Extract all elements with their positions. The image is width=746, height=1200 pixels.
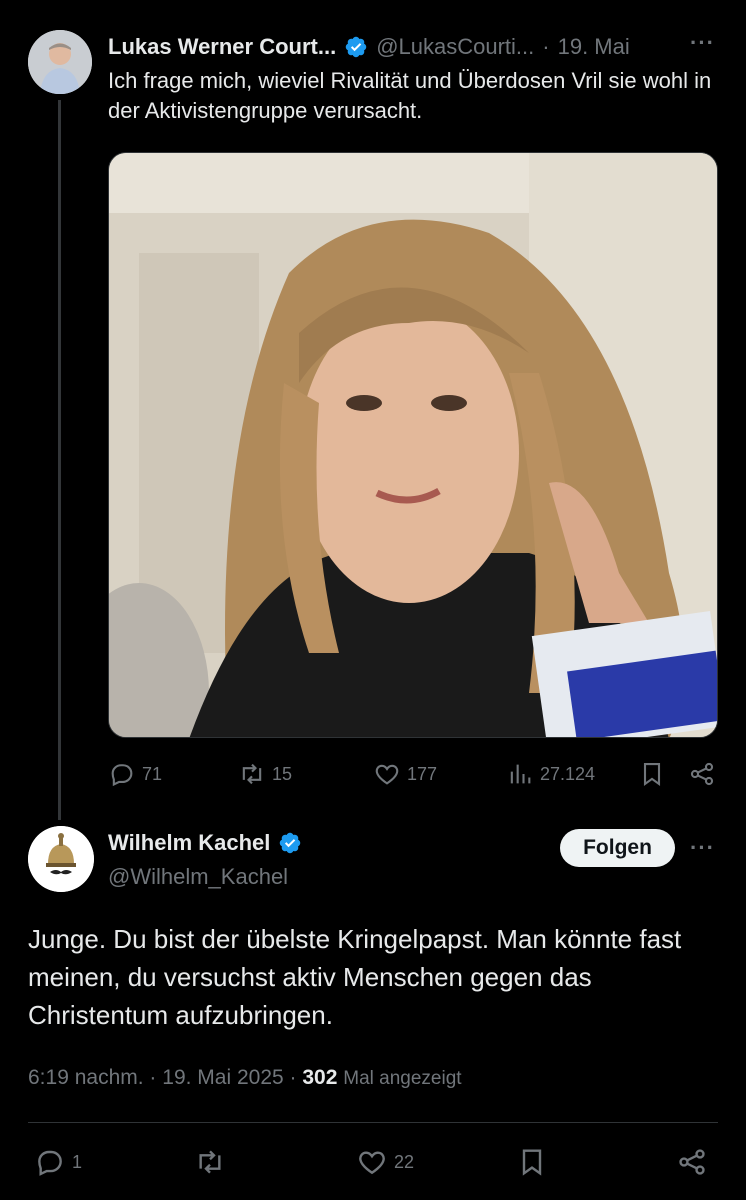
reply-icon [38,1150,62,1176]
views-label: Mal angezeigt [343,1068,462,1089]
share-button[interactable] [688,760,716,788]
bookmark-icon [522,1149,542,1176]
more-horizontal-icon[interactable]: ··· [690,835,715,861]
share-icon [679,1149,705,1175]
verified-badge-icon [345,36,367,58]
follow-button[interactable]: Folgen [560,829,675,867]
avatar[interactable] [28,826,94,892]
like-count: 177 [407,763,438,784]
tweet-metadata: 6:19 nachm. · 19. Mai 2025 · 302 Mal ang… [28,1066,462,1090]
reply-author: Wilhelm Kachel [108,830,310,856]
author-handle[interactable]: @LukasCourti... [376,34,534,60]
tweet-date[interactable]: 19. Mai 2025 [162,1066,283,1089]
avatar[interactable] [28,30,92,94]
heart-icon [375,764,399,785]
bookmark-button[interactable] [638,760,666,788]
author-handle[interactable]: @Wilhelm_Kachel [108,864,288,890]
reply-count: 71 [142,763,163,784]
author-name[interactable]: Wilhelm Kachel [108,830,270,856]
like-count: 22 [394,1151,415,1172]
reply-count: 1 [72,1151,83,1172]
reply-icon [111,764,133,787]
share-icon [690,762,714,786]
analytics-icon [510,764,531,784]
views-button[interactable]: 27.124 [506,760,595,788]
tweet-time[interactable]: 6:19 nachm. [28,1066,144,1089]
like-button[interactable]: 22 [356,1146,414,1178]
tweet-text: Ich frage mich, wieviel Rivalität und Üb… [108,68,712,123]
repost-button[interactable]: 15 [238,760,292,788]
tweet-date[interactable]: 19. Mai [558,34,630,60]
tweet-text: Junge. Du bist der übelste Kringelpapst.… [28,924,682,1030]
repost-icon [242,763,262,785]
divider [28,1122,718,1123]
repost-icon [199,1150,221,1174]
share-button[interactable] [676,1146,708,1178]
tweet-actions: 71 15 177 27.124 [108,760,718,790]
more-horizontal-icon[interactable]: ··· [690,30,715,56]
author-name[interactable]: Lukas Werner Court... [108,34,336,60]
verified-badge-icon [280,832,301,854]
repost-count: 15 [272,763,293,784]
like-button[interactable]: 177 [373,760,437,788]
bookmark-button[interactable] [516,1146,548,1178]
tweet-actions: 1 22 [28,1146,718,1182]
heart-icon [359,1151,385,1175]
reply-button[interactable]: 1 [34,1146,82,1178]
separator-dot: · [542,34,550,59]
repost-button[interactable] [194,1146,226,1178]
tweet-header: Lukas Werner Court... @LukasCourti... · … [108,32,718,62]
tweet-media-image[interactable] [108,152,718,738]
bookmark-icon [643,763,661,786]
views-count: 27.124 [540,763,596,784]
views-count[interactable]: 302 [302,1066,337,1089]
reply-button[interactable]: 71 [108,760,162,788]
thread-connector-line [58,100,61,820]
separator-dot: · [149,1066,157,1089]
separator-dot: · [289,1066,297,1089]
